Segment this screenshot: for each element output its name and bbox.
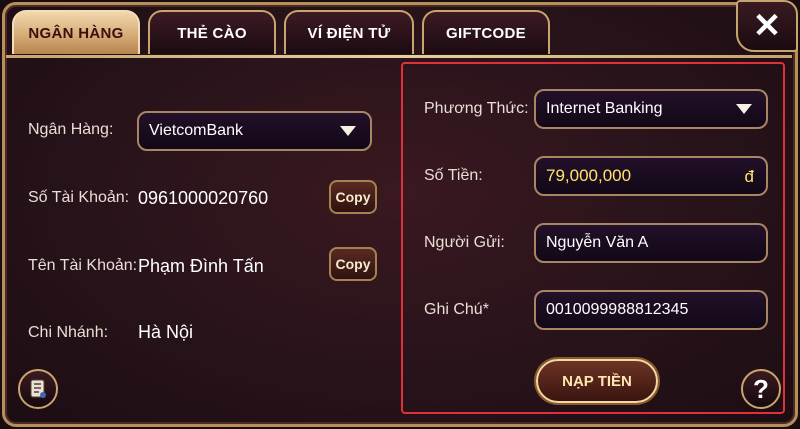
help-button[interactable]: ?: [741, 369, 781, 409]
bank-select-value: VietcomBank: [149, 122, 243, 139]
method-select[interactable]: Internet Banking: [534, 89, 768, 129]
history-button[interactable]: [18, 369, 58, 409]
account-number-value: 0961000020760: [138, 188, 269, 208]
method-label: Phương Thức:: [424, 100, 529, 117]
help-icon: ?: [753, 373, 769, 404]
note-label: Ghi Chú*: [424, 301, 489, 318]
amount-value: 79,000,000: [546, 166, 632, 185]
close-icon: ✕: [752, 7, 782, 45]
sender-value: Nguyễn Văn A: [546, 234, 649, 251]
account-name-value: Phạm Đình Tấn: [138, 256, 264, 276]
copy-button-label: Copy: [335, 189, 371, 205]
account-name-label: Tên Tài Khoản:: [28, 257, 138, 274]
tab-card[interactable]: THẺ CÀO: [148, 10, 276, 54]
bank-select[interactable]: VietcomBank: [137, 111, 372, 151]
copy-account-number-button[interactable]: Copy: [329, 180, 377, 214]
chevron-down-icon: [736, 104, 752, 114]
bank-label: Ngân Hàng:: [28, 121, 114, 138]
copy-button-label: Copy: [335, 256, 371, 272]
tab-bar: NGÂN HÀNG THẺ CÀO VÍ ĐIỆN TỬ GIFTCODE: [4, 4, 714, 58]
history-icon: [30, 379, 46, 398]
deposit-submit-button[interactable]: NẠP TIỀN: [536, 359, 658, 403]
tab-bank[interactable]: NGÂN HÀNG: [12, 10, 140, 54]
copy-account-name-button[interactable]: Copy: [329, 247, 377, 281]
sender-input[interactable]: Nguyễn Văn A: [534, 223, 768, 263]
amount-input[interactable]: 79,000,000 đ: [534, 156, 768, 196]
tab-divider: [6, 55, 792, 58]
tab-e-wallet[interactable]: VÍ ĐIỆN TỬ: [284, 10, 414, 54]
note-value: 0010099988812345: [546, 301, 689, 318]
note-input[interactable]: 0010099988812345: [534, 290, 768, 330]
amount-label: Số Tiền:: [424, 167, 483, 184]
submit-label: NẠP TIỀN: [562, 372, 632, 390]
sender-label: Người Gửi:: [424, 234, 505, 251]
chevron-down-icon: [340, 126, 356, 136]
tab-giftcode[interactable]: GIFTCODE: [422, 10, 550, 54]
account-number-label: Số Tài Khoản:: [28, 189, 130, 206]
close-button[interactable]: ✕: [736, 0, 798, 52]
method-select-value: Internet Banking: [546, 100, 663, 117]
branch-label: Chi Nhánh:: [28, 324, 109, 341]
currency-symbol: đ: [744, 167, 754, 186]
branch-value: Hà Nội: [138, 322, 194, 342]
